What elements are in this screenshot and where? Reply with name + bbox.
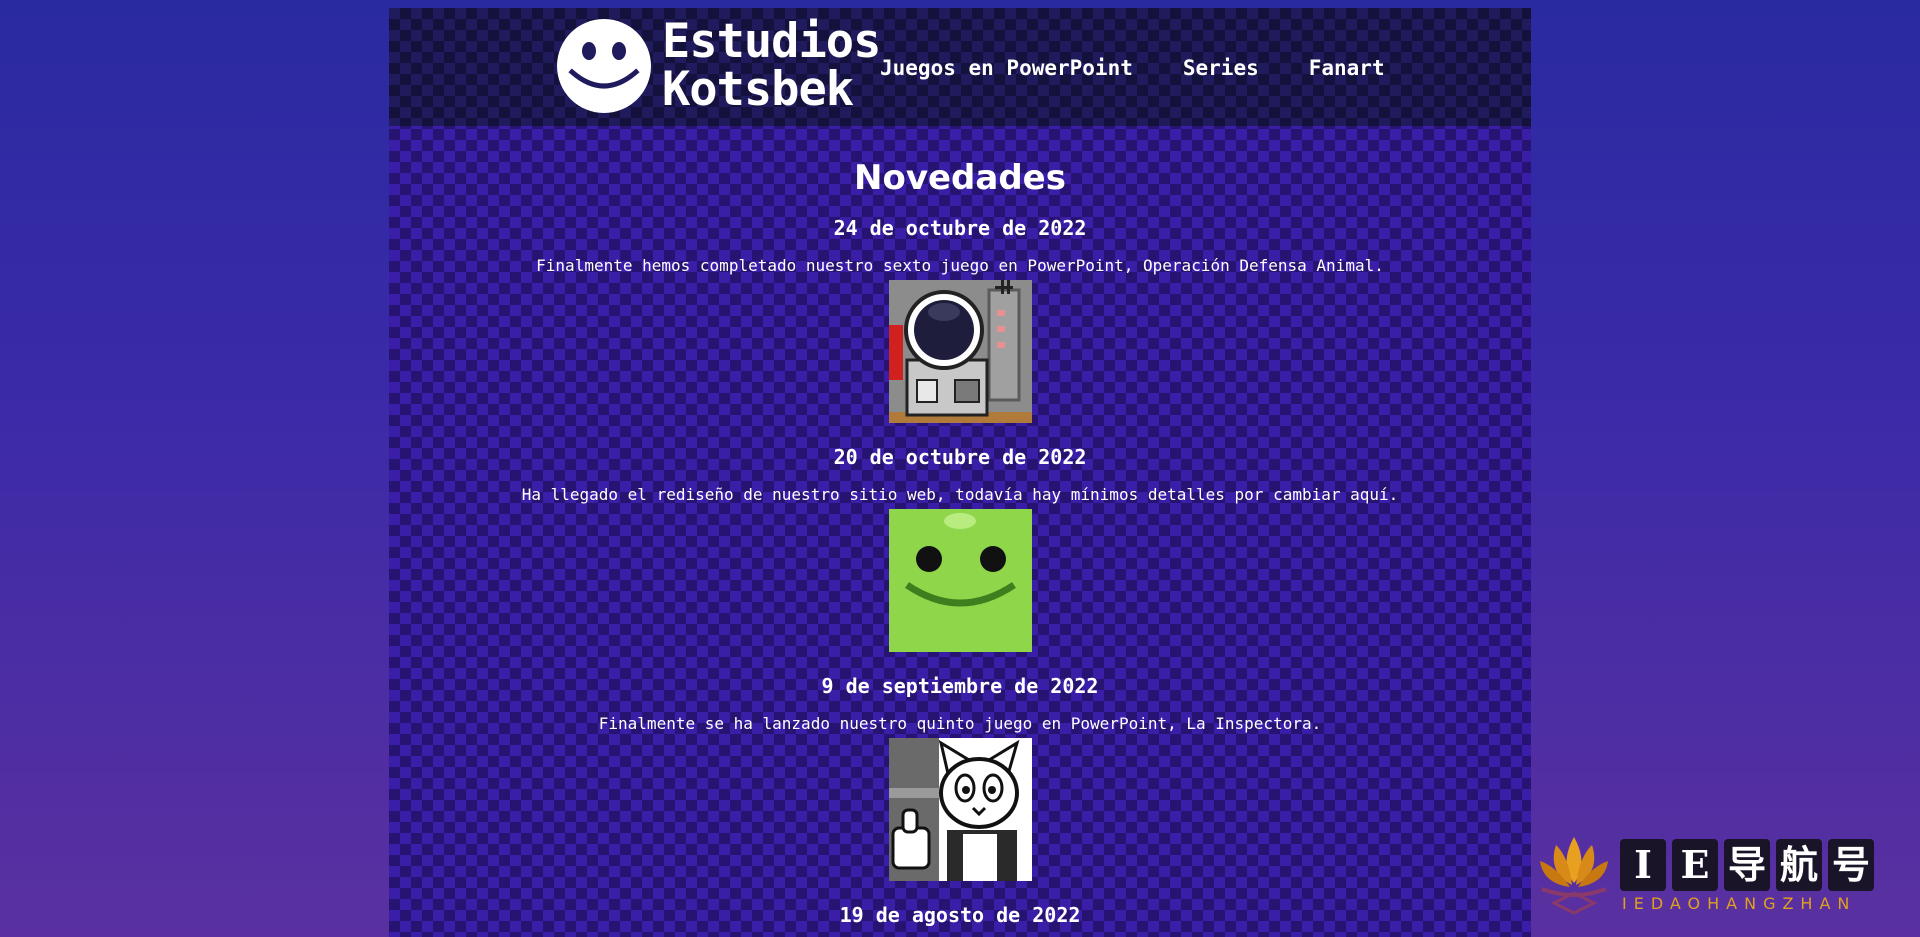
astronaut-pixel-art-icon bbox=[888, 280, 1032, 423]
main-nav: Juegos en PowerPoint Series Fanart bbox=[880, 56, 1385, 80]
entry-date: 20 de octubre de 2022 bbox=[833, 445, 1087, 469]
site-header: Estudios Kotsbek Juegos en PowerPoint Se… bbox=[389, 8, 1531, 126]
news-section: Novedades 24 de octubre de 2022 Finalmen… bbox=[389, 126, 1531, 927]
logo-line-2: Kotsbek bbox=[662, 62, 854, 117]
lotus-logo-icon bbox=[1540, 837, 1608, 915]
watermark-characters: I E 导 航 号 bbox=[1620, 839, 1874, 891]
news-entry: 20 de octubre de 2022 Ha llegado el redi… bbox=[389, 445, 1531, 652]
cat-thumbs-up-pixel-art-icon bbox=[888, 738, 1032, 881]
entry-text: Ha llegado el rediseño de nuestro sitio … bbox=[521, 485, 1399, 504]
news-entry: 19 de agosto de 2022 bbox=[389, 903, 1531, 927]
site-logo[interactable]: Estudios Kotsbek bbox=[556, 14, 881, 117]
watermark-char: 航 bbox=[1776, 839, 1822, 891]
entry-date: 9 de septiembre de 2022 bbox=[821, 674, 1099, 698]
watermark-char: E bbox=[1672, 839, 1718, 891]
nav-link-series[interactable]: Series bbox=[1183, 56, 1259, 80]
nav-link-fanart[interactable]: Fanart bbox=[1309, 56, 1385, 80]
nav-link-juegos-powerpoint[interactable]: Juegos en PowerPoint bbox=[880, 56, 1133, 80]
logo-line-1: Estudios bbox=[662, 14, 881, 69]
site-watermark: I E 导 航 号 IEDAOHANGZHAN bbox=[1530, 829, 1910, 929]
green-smiley-pixel-art-icon bbox=[888, 509, 1032, 652]
watermark-char: 号 bbox=[1828, 839, 1874, 891]
watermark-char: I bbox=[1620, 839, 1666, 891]
news-entry: 24 de octubre de 2022 Finalmente hemos c… bbox=[389, 216, 1531, 423]
entry-date: 24 de octubre de 2022 bbox=[833, 216, 1087, 240]
watermark-subtitle: IEDAOHANGZHAN bbox=[1622, 894, 1857, 913]
smiley-logo-icon bbox=[557, 19, 651, 113]
page-title: Novedades bbox=[854, 158, 1066, 198]
page-container: Estudios Kotsbek Juegos en PowerPoint Se… bbox=[389, 8, 1531, 937]
entry-text: Finalmente hemos completado nuestro sext… bbox=[536, 256, 1384, 275]
news-entry: 9 de septiembre de 2022 Finalmente se ha… bbox=[389, 674, 1531, 881]
entry-date: 19 de agosto de 2022 bbox=[839, 903, 1081, 927]
logo-text: Estudios Kotsbek bbox=[662, 14, 881, 117]
watermark-char: 导 bbox=[1724, 839, 1770, 891]
entry-text: Finalmente se ha lanzado nuestro quinto … bbox=[598, 714, 1322, 733]
